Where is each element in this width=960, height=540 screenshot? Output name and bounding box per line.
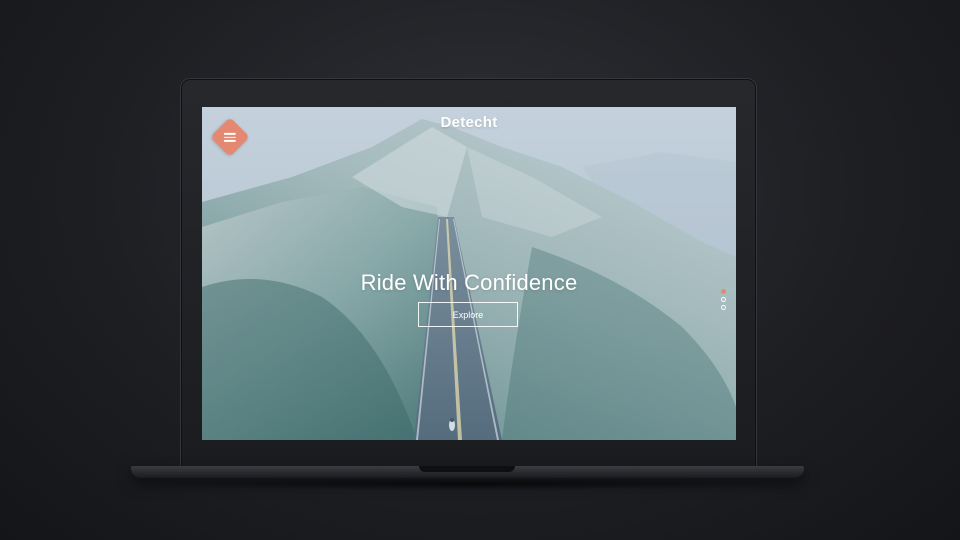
hero-title: Ride With Confidence (360, 270, 578, 295)
slide-pager (721, 289, 726, 310)
laptop-screen: Detecht Ride With Confidence Explore (202, 107, 736, 440)
hamburger-menu-icon (224, 132, 236, 142)
pager-dot-2[interactable] (721, 297, 726, 302)
explore-button[interactable]: Explore (418, 302, 518, 327)
laptop-mockup-scene: Detecht Ride With Confidence Explore (0, 0, 960, 540)
pager-dot-1[interactable] (721, 289, 726, 294)
pager-dot-3[interactable] (721, 305, 726, 310)
laptop-shadow (160, 478, 780, 490)
site-logo[interactable]: Detecht (202, 114, 736, 131)
laptop-notch (419, 466, 515, 472)
